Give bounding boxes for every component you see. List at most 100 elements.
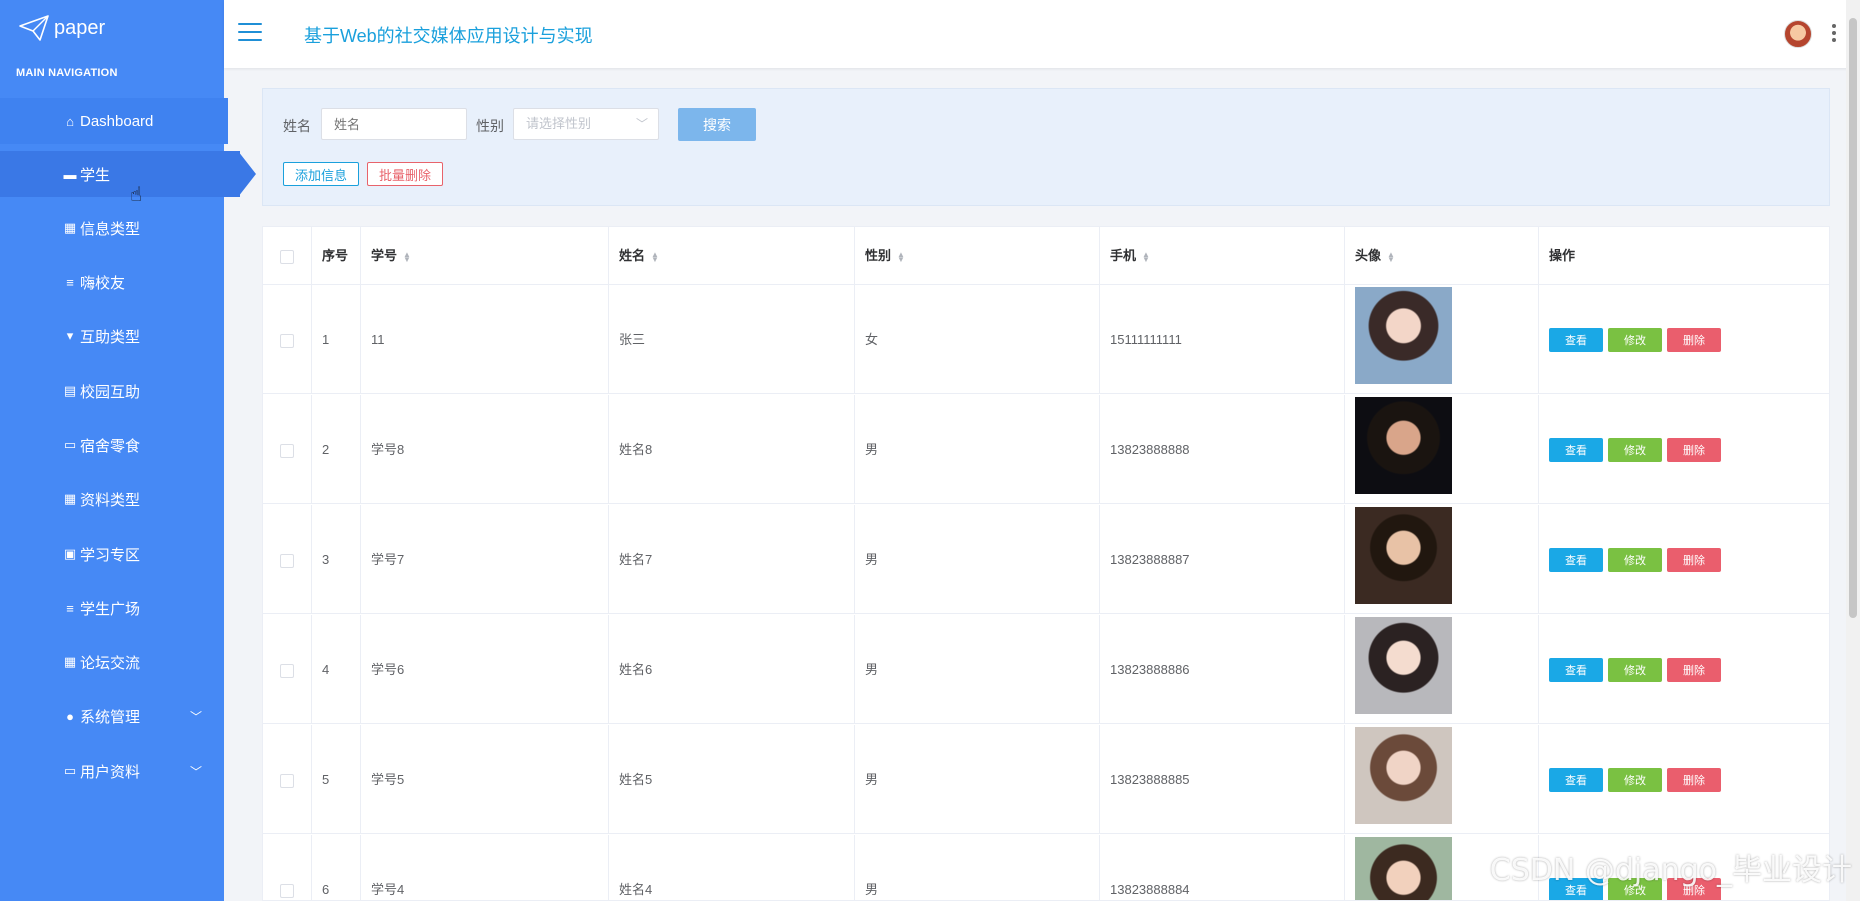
column-header-phone[interactable]: 手机 ▲ ▼: [1100, 227, 1345, 285]
sort-icon[interactable]: ▲ ▼: [1142, 250, 1150, 263]
view-button[interactable]: 查看: [1549, 657, 1603, 682]
chevron-down-icon: ﹀: [635, 117, 648, 131]
cell-actions: 查看 修改 删除: [1539, 505, 1721, 614]
sort-icon[interactable]: ▲ ▼: [651, 250, 659, 263]
edit-button[interactable]: 修改: [1608, 657, 1662, 682]
mouse-pointer-icon: ☝: [130, 184, 143, 206]
row-checkbox[interactable]: [280, 663, 294, 678]
sort-icon[interactable]: ▲ ▼: [403, 250, 411, 263]
column-header-index: 序号: [312, 227, 361, 285]
scrollbar-thumb[interactable]: [1849, 18, 1857, 618]
delete-button[interactable]: 删除: [1667, 657, 1721, 682]
search-panel: 姓名 性别 请选择性别 ﹀ 搜索 添加信息 批量删除: [262, 88, 1830, 206]
edit-button[interactable]: 修改: [1608, 437, 1662, 462]
cell-avatar: [1345, 505, 1539, 614]
sidebar-item-info-types[interactable]: ▦ 信息类型: [0, 205, 224, 251]
edit-button[interactable]: 修改: [1608, 327, 1662, 352]
column-header-avatar[interactable]: 头像 ▲ ▼: [1345, 227, 1539, 285]
avatar-photo: [1355, 837, 1452, 900]
menu-toggle-icon[interactable]: [238, 23, 262, 43]
sidebar-item-campus-help[interactable]: ▤ 校园互助: [0, 368, 224, 414]
table-row[interactable]: 4 学号6 姓名6 男 13823888886 查看 修改 删除: [263, 615, 1829, 724]
column-header-student-no[interactable]: 学号 ▲ ▼: [361, 227, 609, 285]
sidebar-item-label: 校园互助: [80, 383, 141, 401]
view-button[interactable]: 查看: [1549, 327, 1603, 352]
delete-button[interactable]: 删除: [1667, 327, 1721, 352]
row-checkbox[interactable]: [280, 443, 294, 458]
column-header-name[interactable]: 姓名 ▲ ▼: [609, 227, 855, 285]
sort-icon[interactable]: ▲ ▼: [897, 250, 905, 263]
table-row[interactable]: 1 11 张三女 15111111111 查看 修改 删除: [263, 285, 1829, 394]
sidebar-item-dorm-snacks[interactable]: ▭ 宿舍零食: [0, 422, 224, 468]
cell-gender: 男: [855, 835, 1100, 900]
row-select-cell: [263, 395, 312, 504]
sidebar-item-student-square[interactable]: ≡ 学生广场: [0, 585, 224, 631]
delete-button[interactable]: 删除: [1667, 767, 1721, 792]
sidebar-item-label: 资料类型: [80, 491, 141, 509]
user-icon: ●: [66, 708, 74, 724]
sidebar-item-user-profile[interactable]: ▭ 用户资料 ﹀: [0, 748, 224, 794]
search-button[interactable]: 搜索: [678, 108, 756, 141]
cell-name: 张三: [609, 285, 855, 394]
briefcase-icon: ▭: [63, 437, 77, 452]
add-info-button[interactable]: 添加信息: [283, 162, 359, 186]
table-row[interactable]: 2 学号8 姓名8 男 13823888888 查看 修改 删除: [263, 395, 1829, 504]
sidebar-item-students[interactable]: ▬ 学生: [0, 151, 256, 197]
delete-button[interactable]: 删除: [1667, 547, 1721, 572]
sidebar-item-material-types[interactable]: ▦ 资料类型: [0, 476, 224, 522]
sidebar-item-alumni[interactable]: ≡ 嗨校友: [0, 259, 224, 305]
column-header-gender[interactable]: 性别 ▲ ▼: [855, 227, 1100, 285]
table-row[interactable]: 3 学号7 姓名7 男 13823888887 查看 修改 删除: [263, 505, 1829, 614]
more-vertical-icon[interactable]: [1832, 24, 1838, 45]
comment-icon: ▾: [66, 328, 74, 343]
table-row[interactable]: 5 学号5 姓名5 男 13823888885 查看 修改 删除: [263, 725, 1829, 834]
delete-button[interactable]: 删除: [1667, 437, 1721, 462]
cell-index: 4: [312, 615, 361, 724]
row-select-cell: [263, 725, 312, 834]
cell-student-no: 学号4: [361, 835, 609, 900]
view-button[interactable]: 查看: [1549, 437, 1603, 462]
app-logo[interactable]: paper: [18, 14, 105, 42]
avatar-photo: [1355, 617, 1452, 714]
sidebar-item-label: 宿舍零食: [80, 437, 141, 455]
edit-button[interactable]: 修改: [1608, 547, 1662, 572]
watermark: CSDN @django_毕业设计: [1489, 853, 1852, 888]
sidebar-item-system-management[interactable]: ● 系统管理 ﹀: [0, 693, 224, 739]
cell-index: 6: [312, 835, 361, 900]
vertical-scrollbar[interactable]: [1846, 0, 1860, 901]
sidebar-item-label: 论坛交流: [80, 654, 141, 672]
name-search-input[interactable]: [321, 108, 467, 140]
book-icon: ▤: [63, 383, 77, 398]
edit-button[interactable]: 修改: [1608, 767, 1662, 792]
sidebar-item-label: 嗨校友: [80, 274, 126, 292]
cell-student-no: 学号7: [361, 505, 609, 614]
row-checkbox[interactable]: [280, 333, 294, 348]
view-button[interactable]: 查看: [1549, 767, 1603, 792]
cell-index: 1: [312, 285, 361, 394]
avatar-photo: [1355, 287, 1452, 384]
column-header-label: 学号: [371, 248, 398, 263]
sort-icon[interactable]: ▲ ▼: [1387, 250, 1395, 263]
table-header: 序号 学号 ▲ ▼ 姓名 ▲ ▼ 性别 ▲ ▼ 手机 ▲ ▼ 头像 ▲ ▼ 操作: [263, 227, 1829, 285]
gender-select[interactable]: 请选择性别 ﹀: [513, 108, 659, 140]
row-checkbox[interactable]: [280, 553, 294, 568]
row-checkbox[interactable]: [280, 883, 294, 898]
cell-gender: 女: [855, 285, 1100, 394]
avatar[interactable]: [1784, 20, 1812, 48]
grid-icon: ▦: [63, 654, 77, 669]
sidebar-item-study-zone[interactable]: ▣ 学习专区: [0, 531, 224, 577]
nav-section-header: MAIN NAVIGATION: [16, 67, 118, 79]
select-all-checkbox[interactable]: [280, 249, 294, 264]
cell-name: 姓名4: [609, 835, 855, 900]
view-button[interactable]: 查看: [1549, 547, 1603, 572]
gender-select-placeholder: 请选择性别: [526, 116, 592, 131]
row-select-cell: [263, 615, 312, 724]
sidebar-item-help-types[interactable]: ▾ 互助类型: [0, 313, 224, 359]
row-select-cell: [263, 285, 312, 394]
bulk-delete-button[interactable]: 批量删除: [367, 162, 443, 186]
cell-gender: 男: [855, 725, 1100, 834]
sidebar-item-forum[interactable]: ▦ 论坛交流: [0, 639, 224, 685]
sidebar-item-dashboard[interactable]: ⌂ Dashboard: [0, 98, 228, 144]
avatar-photo: [1355, 727, 1452, 824]
row-checkbox[interactable]: [280, 773, 294, 788]
